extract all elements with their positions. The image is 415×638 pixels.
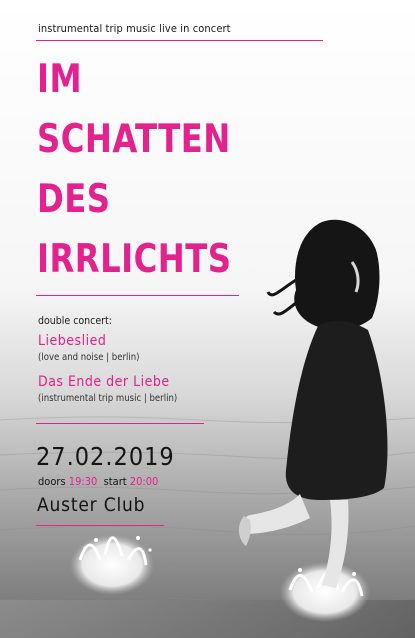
title-line: SCHATTEN <box>37 117 231 162</box>
event-title: IM SCHATTEN DES IRRLICHTS <box>37 50 231 290</box>
event-date: 27.02.2019 <box>36 442 175 471</box>
title-rule <box>36 295 239 296</box>
doors-label: doors <box>38 475 66 488</box>
start-time: 20:00 <box>129 475 159 488</box>
band-info: (instrumental trip music | berlin) <box>38 393 178 404</box>
venue-rule <box>36 525 164 526</box>
venue-name: Auster Club <box>37 494 146 516</box>
event-times: doors 19:30 start 20:00 <box>38 475 158 488</box>
doors-time: 19:30 <box>68 475 98 488</box>
top-rule <box>36 40 323 41</box>
bands-rule <box>36 423 204 424</box>
band-name: Das Ende der Liebe <box>38 374 170 390</box>
concert-poster: instrumental trip music live in concert … <box>0 0 415 638</box>
tagline: instrumental trip music live in concert <box>38 22 231 35</box>
title-line: IRRLICHTS <box>37 237 232 282</box>
double-concert-label: double concert: <box>38 315 112 327</box>
band-info: (love and noise | berlin) <box>38 352 140 363</box>
title-line: IM <box>37 57 83 102</box>
start-label: start <box>103 475 127 488</box>
title-line: DES <box>37 177 111 222</box>
band-name: Liebeslied <box>38 333 107 349</box>
